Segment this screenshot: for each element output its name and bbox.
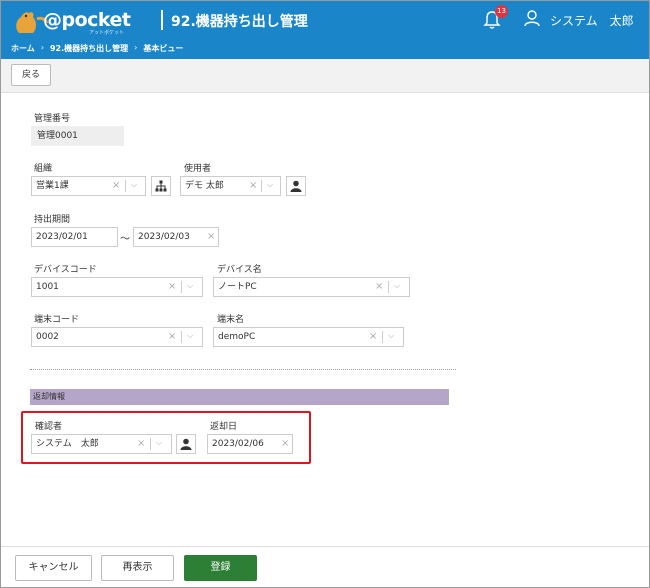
more-menu-icon[interactable]: ⋮ bbox=[645, 11, 650, 25]
organization-select[interactable]: 営業1課 × ⌵ bbox=[31, 176, 146, 196]
footer-bar: キャンセル 再表示 登録 bbox=[1, 546, 649, 587]
breadcrumb-app[interactable]: 92.機器持ち出し管理 bbox=[50, 43, 128, 54]
terminal-code-label: 端末コード bbox=[34, 315, 80, 325]
select-divider bbox=[125, 180, 126, 192]
period-end-input[interactable]: 2023/02/03 × bbox=[133, 227, 219, 247]
management-no-label: 管理番号 bbox=[34, 114, 71, 124]
breadcrumb-separator: › bbox=[134, 43, 138, 52]
terminal-code-select[interactable]: 0002 × ⌵ bbox=[31, 327, 203, 347]
organization-label: 組織 bbox=[34, 164, 53, 174]
organization-value: 営業1課 bbox=[36, 181, 69, 191]
clear-icon[interactable]: × bbox=[369, 328, 377, 346]
terminal-name-select[interactable]: demoPC × ⌵ bbox=[213, 327, 404, 347]
org-tree-icon bbox=[155, 180, 167, 192]
period-label: 持出期間 bbox=[34, 215, 71, 225]
person-icon bbox=[290, 180, 302, 192]
clear-icon[interactable]: × bbox=[249, 177, 257, 195]
org-tree-button[interactable] bbox=[151, 176, 171, 196]
app-header: @pocket アットポケット 92.機器持ち出し管理 13 システム 太郎 ⋮… bbox=[1, 1, 650, 59]
page-title: 92.機器持ち出し管理 bbox=[171, 14, 308, 30]
management-no-value: 管理0001 bbox=[31, 126, 124, 146]
breadcrumb-separator: › bbox=[40, 43, 44, 52]
clear-icon[interactable]: × bbox=[375, 278, 383, 296]
terminal-name-label: 端末名 bbox=[217, 315, 245, 325]
device-name-select[interactable]: ノートPC × ⌵ bbox=[213, 277, 410, 297]
toolbar: 戻る bbox=[1, 59, 649, 93]
breadcrumb: ホーム › 92.機器持ち出し管理 › 基本ビュー bbox=[11, 43, 183, 54]
user-label: 使用者 bbox=[184, 164, 212, 174]
return-section-header: 返却情報 bbox=[30, 389, 449, 405]
chevron-down-icon[interactable]: ⌵ bbox=[187, 277, 193, 295]
highlight-box bbox=[21, 411, 311, 464]
device-name-label: デバイス名 bbox=[217, 265, 262, 275]
register-button[interactable]: 登録 bbox=[184, 555, 257, 581]
title-divider bbox=[161, 10, 163, 30]
notification-badge: 13 bbox=[495, 5, 508, 18]
breadcrumb-view[interactable]: 基本ビュー bbox=[143, 43, 183, 54]
select-divider bbox=[181, 331, 182, 343]
user-picker-button[interactable] bbox=[286, 176, 306, 196]
device-name-value: ノートPC bbox=[218, 282, 257, 292]
redisplay-button[interactable]: 再表示 bbox=[101, 555, 174, 581]
chevron-down-icon[interactable]: ⌵ bbox=[131, 176, 137, 194]
terminal-name-value: demoPC bbox=[218, 332, 256, 342]
device-code-value: 1001 bbox=[36, 282, 59, 292]
back-button[interactable]: 戻る bbox=[11, 64, 51, 86]
select-divider bbox=[382, 331, 383, 343]
period-tilde: 〜 bbox=[120, 234, 130, 245]
user-name[interactable]: システム 太郎 bbox=[550, 12, 634, 29]
user-select[interactable]: デモ 太郎 × ⌵ bbox=[180, 176, 281, 196]
chevron-down-icon[interactable]: ⌵ bbox=[394, 277, 400, 295]
clear-icon[interactable]: × bbox=[168, 328, 176, 346]
terminal-code-value: 0002 bbox=[36, 332, 59, 342]
cancel-button[interactable]: キャンセル bbox=[15, 555, 92, 581]
device-code-label: デバイスコード bbox=[34, 265, 97, 275]
select-divider bbox=[181, 281, 182, 293]
device-code-select[interactable]: 1001 × ⌵ bbox=[31, 277, 203, 297]
period-start-input[interactable]: 2023/02/01 bbox=[31, 227, 118, 247]
dotted-divider bbox=[30, 369, 456, 370]
clear-icon[interactable]: × bbox=[112, 177, 120, 195]
clear-icon[interactable]: × bbox=[207, 228, 215, 246]
period-end-value: 2023/02/03 bbox=[138, 232, 190, 242]
user-value: デモ 太郎 bbox=[185, 181, 224, 191]
clear-icon[interactable]: × bbox=[168, 278, 176, 296]
chevron-down-icon[interactable]: ⌵ bbox=[267, 176, 273, 194]
breadcrumb-home[interactable]: ホーム bbox=[11, 43, 35, 54]
chevron-down-icon[interactable]: ⌵ bbox=[388, 327, 394, 345]
select-divider bbox=[388, 281, 389, 293]
logo-subtext: アットポケット bbox=[89, 30, 125, 36]
select-divider bbox=[261, 180, 262, 192]
chevron-down-icon[interactable]: ⌵ bbox=[187, 327, 193, 345]
user-icon[interactable] bbox=[523, 9, 541, 27]
logo-text: @pocket bbox=[43, 9, 131, 31]
